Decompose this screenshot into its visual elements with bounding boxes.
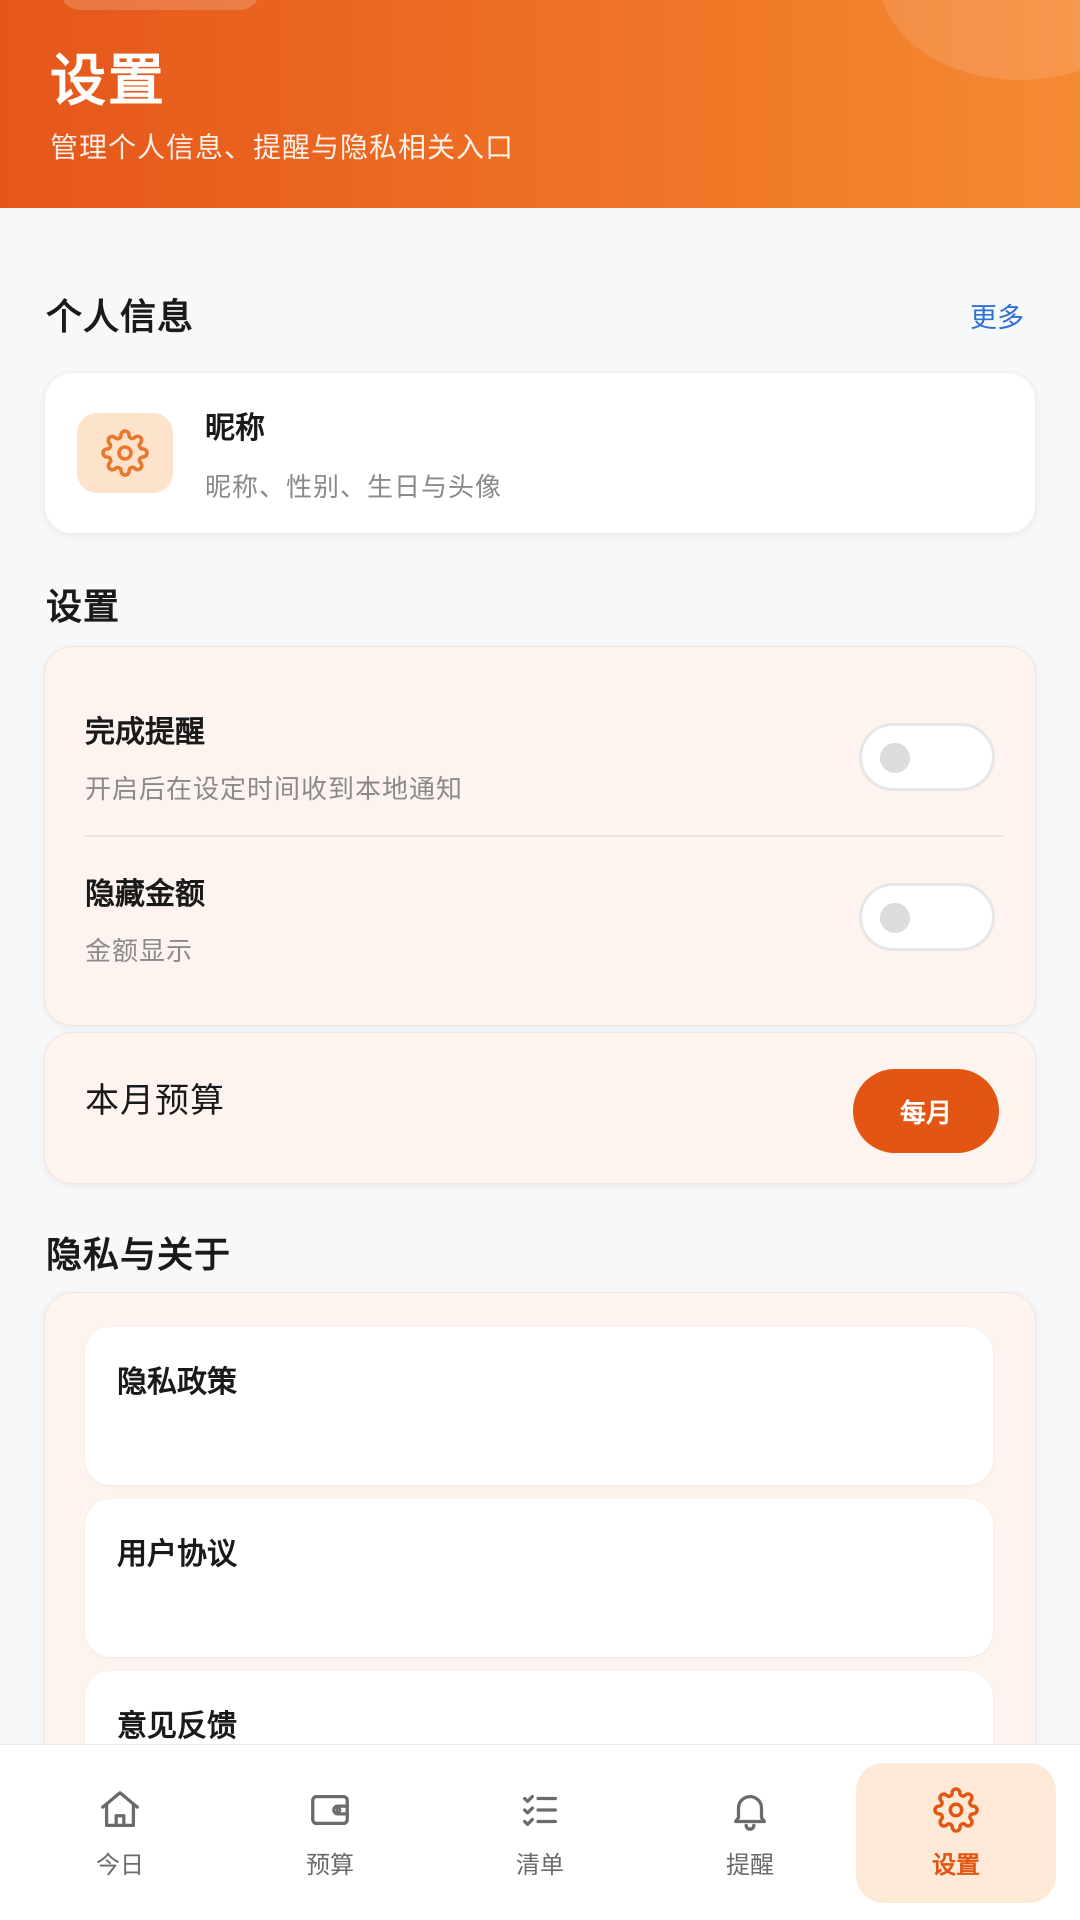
nav-label-budget: 预算 xyxy=(306,1850,354,1879)
reminder-row-desc: 开启后在设定时间收到本地通知 xyxy=(85,775,464,805)
settings-screen: 设置 管理个人信息、提醒与隐私相关入口 个人信息 更多 昵称 昵称、性别、生日与… xyxy=(0,0,1080,1920)
privacy-policy-label: 隐私政策 xyxy=(117,1365,237,1400)
home-icon xyxy=(101,1790,139,1827)
budget-card: 本月预算 每月 xyxy=(44,1032,1036,1184)
section-title-privacy: 隐私与关于 xyxy=(46,1235,232,1276)
section-title-settings: 设置 xyxy=(46,587,121,628)
reminder-row-title: 完成提醒 xyxy=(85,715,205,750)
nav-label-today: 今日 xyxy=(96,1850,144,1879)
nav-label-settings: 设置 xyxy=(932,1850,980,1879)
bell-icon xyxy=(733,1794,767,1831)
budget-label: 本月预算 xyxy=(85,1081,225,1121)
page-title: 设置 xyxy=(50,49,166,114)
privacy-card: 隐私政策 用户协议 意见反馈 xyxy=(44,1292,1036,1829)
user-agreement-label: 用户协议 xyxy=(117,1537,237,1572)
feedback-label: 意见反馈 xyxy=(117,1709,237,1744)
profile-name: 昵称 xyxy=(205,411,265,446)
nav-label-reminder: 提醒 xyxy=(726,1850,774,1879)
privacy-policy-item[interactable]: 隐私政策 xyxy=(85,1327,993,1485)
nav-item-budget[interactable]: 预算 xyxy=(230,1763,430,1903)
hide-amount-row-title: 隐藏金额 xyxy=(85,877,205,912)
nav-item-reminder[interactable]: 提醒 xyxy=(650,1763,850,1903)
nav-label-list: 清单 xyxy=(516,1850,564,1879)
user-agreement-item[interactable]: 用户协议 xyxy=(85,1499,993,1657)
row-divider xyxy=(85,835,1003,837)
hide-amount-toggle[interactable] xyxy=(859,883,995,951)
toggle-knob xyxy=(880,903,910,933)
nav-item-today[interactable]: 今日 xyxy=(20,1763,220,1903)
wallet-icon xyxy=(311,1794,349,1825)
reminder-toggle[interactable] xyxy=(859,723,995,791)
header-banner: 设置 管理个人信息、提醒与隐私相关入口 xyxy=(0,0,1080,208)
profile-icon-box xyxy=(77,413,173,493)
gear-icon xyxy=(933,1786,979,1833)
header-decoration-circle xyxy=(880,0,1080,80)
gear-icon xyxy=(101,429,149,477)
bottom-nav: 今日 预算 清单 提醒 设置 xyxy=(0,1744,1080,1920)
monthly-button[interactable]: 每月 xyxy=(853,1069,999,1153)
section-title-personal: 个人信息 xyxy=(46,297,195,338)
header-decoration-pill xyxy=(60,0,260,10)
page-subtitle: 管理个人信息、提醒与隐私相关入口 xyxy=(50,131,515,164)
toggle-knob xyxy=(880,743,910,773)
nav-item-settings[interactable]: 设置 xyxy=(856,1763,1056,1903)
profile-card[interactable]: 昵称 昵称、性别、生日与头像 xyxy=(44,372,1036,534)
hide-amount-row-desc: 金额显示 xyxy=(85,937,194,967)
more-link[interactable]: 更多 xyxy=(970,296,1024,335)
nav-item-list[interactable]: 清单 xyxy=(440,1763,640,1903)
settings-toggles-card: 完成提醒 开启后在设定时间收到本地通知 隐藏金额 金额显示 xyxy=(44,646,1036,1026)
checklist-icon xyxy=(523,1794,557,1826)
profile-description: 昵称、性别、生日与头像 xyxy=(205,473,503,503)
